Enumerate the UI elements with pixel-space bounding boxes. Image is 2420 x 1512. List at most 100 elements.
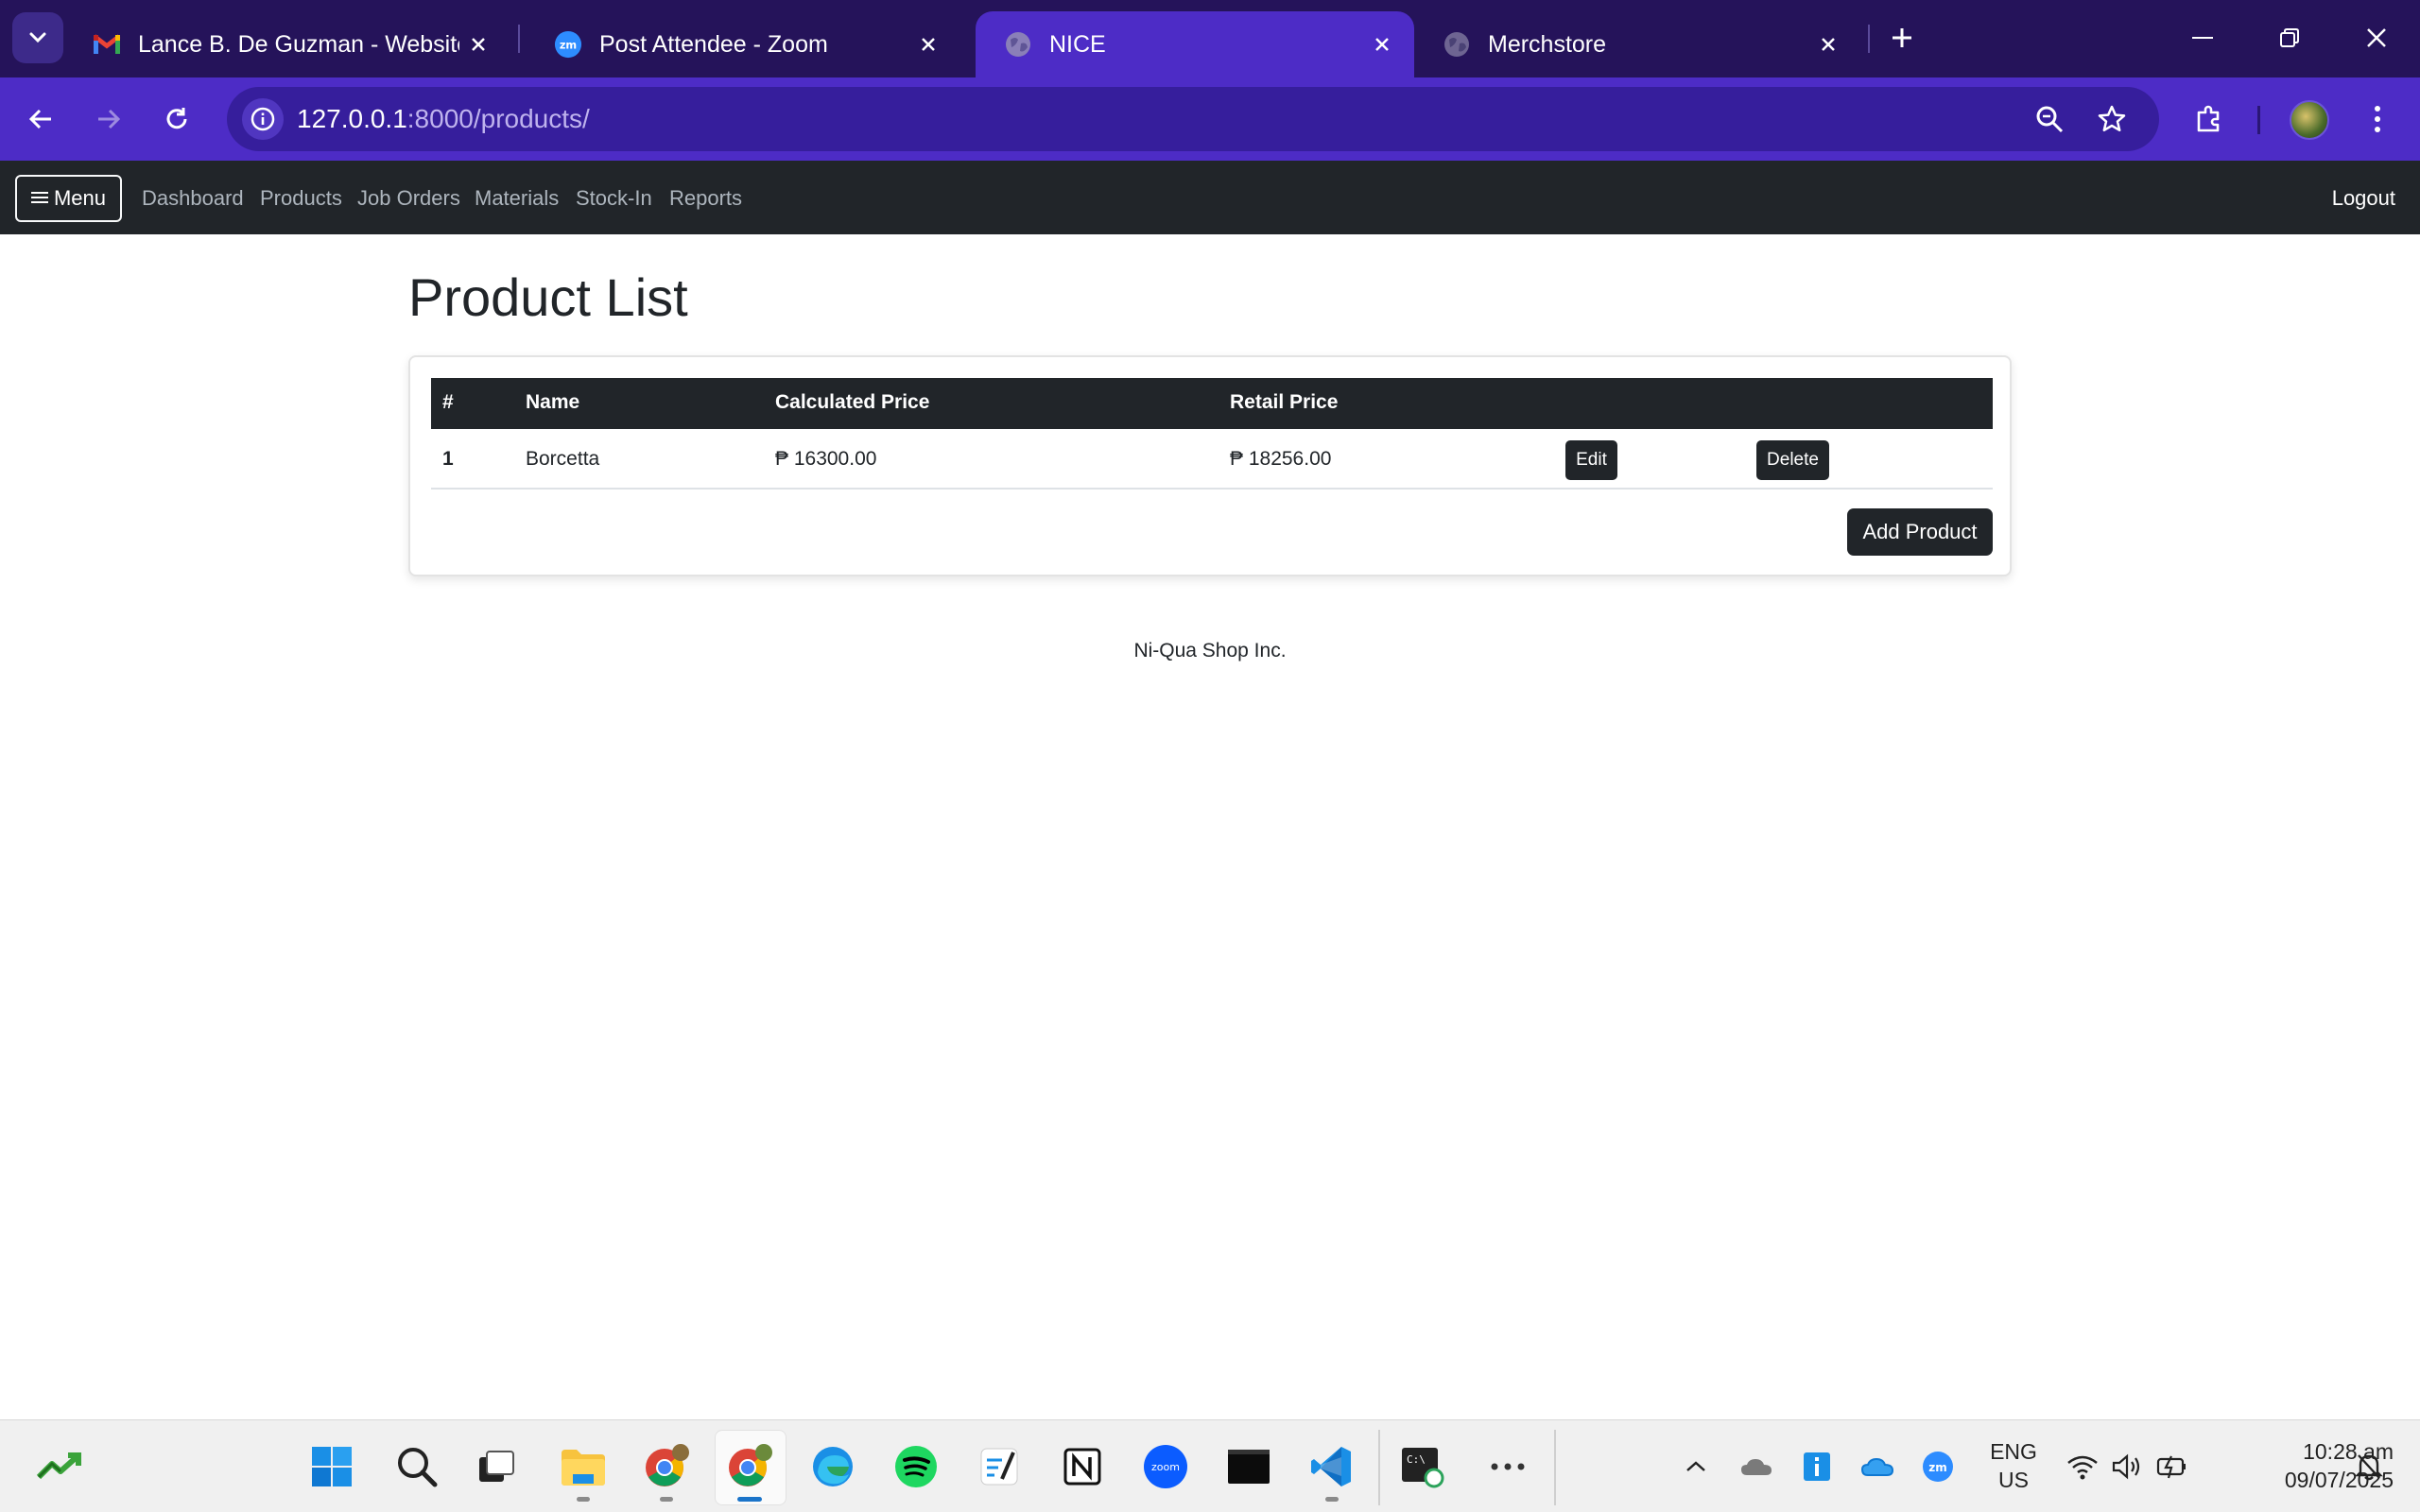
arrow-left-icon bbox=[28, 109, 51, 129]
restore-icon bbox=[2280, 28, 2299, 47]
tab-search-button[interactable] bbox=[12, 12, 63, 63]
nav-link-stock-in[interactable]: Stock-In bbox=[576, 186, 652, 211]
show-hidden-icons-chevron-icon[interactable] bbox=[1673, 1441, 1719, 1492]
svg-text:zm: zm bbox=[1928, 1461, 1947, 1474]
column-header-name: Name bbox=[526, 391, 580, 413]
nav-link-dashboard[interactable]: Dashboard bbox=[142, 186, 244, 211]
file-explorer-icon[interactable] bbox=[558, 1441, 609, 1502]
plus-icon bbox=[1893, 28, 1911, 47]
running-indicator bbox=[737, 1497, 762, 1502]
minimize-button[interactable] bbox=[2174, 13, 2231, 62]
browser-toolbar: 127.0.0.1:8000/products/ bbox=[0, 77, 2420, 161]
reload-button[interactable] bbox=[155, 97, 199, 141]
menu-button[interactable]: Menu bbox=[15, 175, 122, 222]
nav-link-job-orders[interactable]: Job Orders bbox=[357, 186, 460, 211]
toolbar-divider bbox=[2257, 106, 2260, 134]
browser-menu-button[interactable] bbox=[2356, 97, 2399, 141]
task-view-icon[interactable] bbox=[471, 1441, 522, 1492]
add-product-button[interactable]: Add Product bbox=[1847, 508, 1993, 556]
taskbar-divider bbox=[1554, 1430, 1556, 1505]
chrome-profile-1-icon[interactable] bbox=[641, 1441, 692, 1502]
onedrive-gray-icon[interactable] bbox=[1734, 1441, 1779, 1492]
forward-button[interactable] bbox=[87, 97, 130, 141]
windows-start-icon[interactable] bbox=[306, 1441, 357, 1492]
vscode-icon[interactable] bbox=[1306, 1441, 1357, 1502]
tab-merchstore[interactable]: Merchstore bbox=[1414, 11, 1860, 77]
profile-avatar[interactable] bbox=[2290, 100, 2329, 140]
calculated-price: ₱ 16300.00 bbox=[775, 448, 877, 470]
close-icon[interactable] bbox=[1809, 26, 1847, 63]
retail-price: ₱ 18256.00 bbox=[1230, 448, 1332, 470]
spotify-icon[interactable] bbox=[890, 1441, 942, 1492]
new-tab-button[interactable] bbox=[1881, 17, 1923, 59]
page-title: Product List bbox=[408, 267, 688, 327]
language-indicator[interactable]: ENG US bbox=[1981, 1437, 2046, 1494]
zoom-tray-icon[interactable]: zm bbox=[1915, 1441, 1961, 1492]
tab-title: Merchstore bbox=[1488, 30, 1607, 58]
svg-text:C:\: C:\ bbox=[1407, 1453, 1426, 1466]
nav-link-products[interactable]: Products bbox=[260, 186, 342, 211]
zoom-icon: zm bbox=[554, 30, 582, 59]
row-number: 1 bbox=[442, 448, 454, 470]
star-icon bbox=[2098, 105, 2126, 132]
stocks-widget-icon[interactable] bbox=[34, 1441, 85, 1492]
tab-title: Lance B. De Guzman - Website bbox=[138, 30, 459, 58]
close-icon[interactable] bbox=[459, 26, 497, 63]
restore-button[interactable] bbox=[2261, 13, 2318, 62]
zoom-button[interactable] bbox=[2031, 100, 2068, 138]
app-navbar: Menu Dashboard Products Job Orders Mater… bbox=[0, 161, 2420, 234]
minimize-icon bbox=[2192, 37, 2213, 39]
taskbar: zoom C:\ zm ENG US 10:28 am 09/07/2025 bbox=[0, 1419, 2420, 1512]
hamburger-icon bbox=[30, 186, 48, 211]
edge-icon[interactable] bbox=[807, 1441, 858, 1492]
notion-icon[interactable] bbox=[1057, 1441, 1108, 1492]
extensions-button[interactable] bbox=[2187, 97, 2231, 141]
close-window-button[interactable] bbox=[2348, 13, 2405, 62]
region-code: US bbox=[1998, 1468, 2029, 1492]
menu-button-label: Menu bbox=[53, 186, 107, 210]
nav-link-reports[interactable]: Reports bbox=[669, 186, 742, 211]
back-button[interactable] bbox=[19, 97, 62, 141]
taskbar-divider bbox=[1378, 1430, 1380, 1505]
info-app-icon[interactable] bbox=[1794, 1441, 1840, 1492]
info-icon bbox=[251, 107, 275, 131]
edit-button[interactable]: Edit bbox=[1565, 440, 1617, 480]
running-indicator bbox=[660, 1497, 673, 1502]
volume-icon[interactable] bbox=[2104, 1441, 2152, 1492]
wifi-icon[interactable] bbox=[2059, 1441, 2106, 1492]
reload-icon bbox=[166, 108, 187, 129]
zoom-out-icon bbox=[2036, 106, 2064, 133]
gmail-icon bbox=[93, 30, 121, 59]
chrome-profile-2-icon[interactable] bbox=[724, 1441, 775, 1502]
search-icon[interactable] bbox=[391, 1441, 442, 1492]
delete-button[interactable]: Delete bbox=[1756, 440, 1829, 480]
tab-nice[interactable]: NICE bbox=[976, 11, 1414, 77]
notification-bell-icon[interactable] bbox=[2346, 1441, 2392, 1492]
writing-app-icon[interactable] bbox=[974, 1441, 1025, 1492]
footer-text: Ni-Qua Shop Inc. bbox=[1133, 640, 1287, 662]
close-icon[interactable] bbox=[909, 26, 947, 63]
address-bar[interactable]: 127.0.0.1:8000/products/ bbox=[227, 87, 2159, 151]
zoom-icon[interactable]: zoom bbox=[1140, 1441, 1191, 1492]
nav-link-materials[interactable]: Materials bbox=[475, 186, 559, 211]
tab-gmail[interactable]: Lance B. De Guzman - Website bbox=[64, 11, 510, 77]
site-info-button[interactable] bbox=[242, 98, 284, 140]
url-text: 127.0.0.1:8000/products/ bbox=[297, 104, 590, 134]
table-row: 1 Borcetta ₱ 16300.00 ₱ 18256.00 Edit De… bbox=[431, 429, 1993, 490]
terminal-icon[interactable] bbox=[1223, 1441, 1274, 1492]
column-header-number: # bbox=[442, 391, 454, 413]
product-table-card: # Name Calculated Price Retail Price 1 B… bbox=[408, 355, 2012, 576]
table-header: # Name Calculated Price Retail Price bbox=[431, 378, 1993, 429]
svg-text:zm: zm bbox=[560, 40, 577, 52]
cmd-icon[interactable]: C:\ bbox=[1397, 1441, 1448, 1492]
more-icon[interactable] bbox=[1482, 1441, 1533, 1492]
battery-icon[interactable] bbox=[2150, 1441, 2197, 1492]
logout-link[interactable]: Logout bbox=[2332, 186, 2395, 211]
close-icon bbox=[2367, 28, 2386, 47]
onedrive-icon[interactable] bbox=[1855, 1441, 1900, 1492]
tab-zoom[interactable]: zm Post Attendee - Zoom bbox=[526, 11, 960, 77]
column-header-retail-price: Retail Price bbox=[1230, 391, 1339, 413]
running-indicator bbox=[577, 1497, 590, 1502]
bookmark-button[interactable] bbox=[2093, 100, 2131, 138]
close-icon[interactable] bbox=[1363, 26, 1401, 63]
